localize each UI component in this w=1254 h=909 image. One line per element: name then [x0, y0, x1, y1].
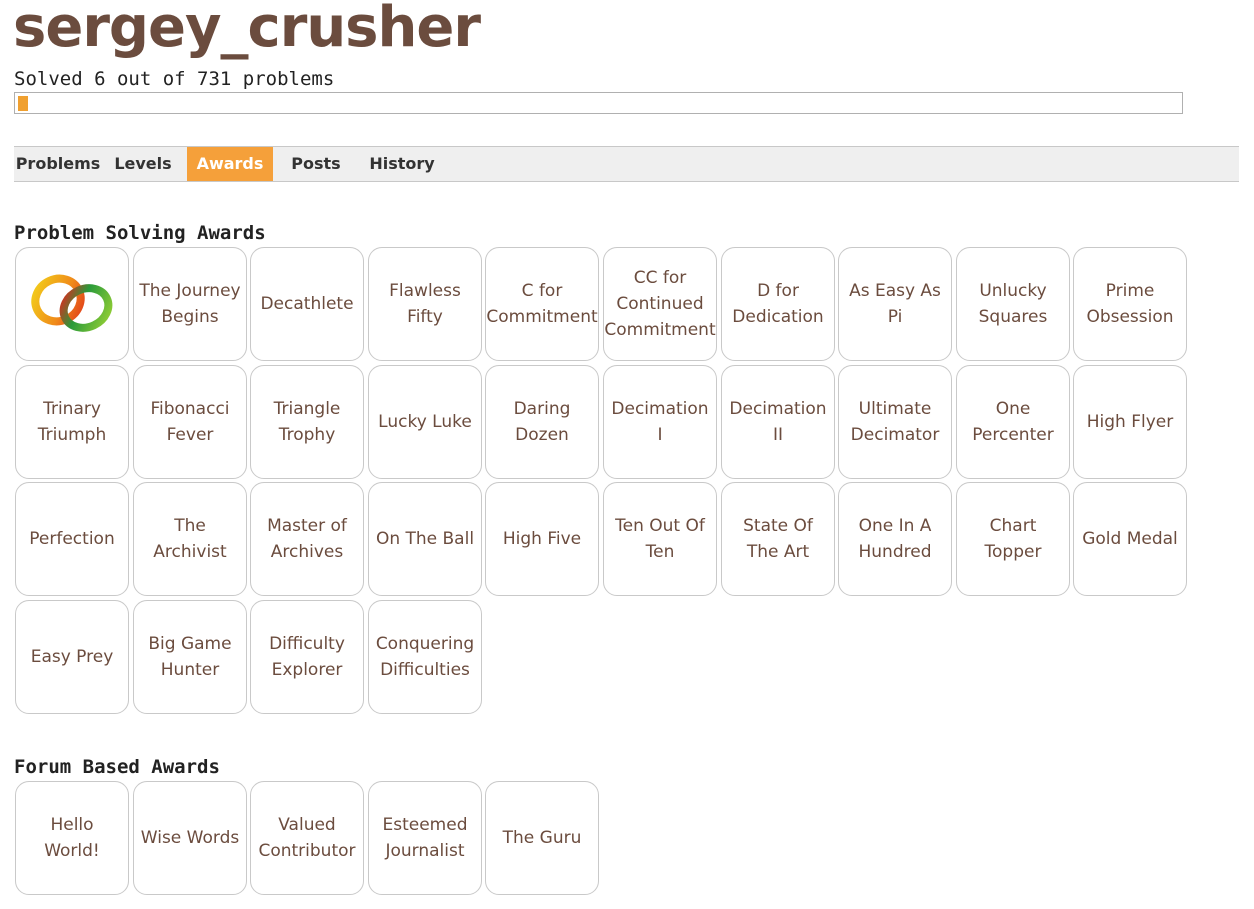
award-tile[interactable]: The Journey Begins: [133, 247, 247, 361]
award-tile[interactable]: Trinary Triumph: [15, 365, 129, 479]
award-tile[interactable]: Decimation I: [603, 365, 717, 479]
award-label: On The Ball: [375, 529, 475, 549]
award-tile[interactable]: CC for Continued Commitment: [603, 247, 717, 361]
award-tile[interactable]: One Percenter: [956, 365, 1070, 479]
tab-problems[interactable]: Problems: [14, 147, 102, 181]
award-tile[interactable]: Ten Out Of Ten: [603, 482, 717, 596]
award-tile[interactable]: Perfection: [15, 482, 129, 596]
award-label: Prime Obsession: [1086, 281, 1174, 327]
award-tile[interactable]: Gold Medal: [1073, 482, 1187, 596]
award-tile[interactable]: Esteemed Journalist: [368, 781, 482, 895]
award-label: Decimation II: [729, 399, 827, 445]
award-tile[interactable]: D for Dedication: [721, 247, 835, 361]
award-tile[interactable]: Conquering Difficulties: [368, 600, 482, 714]
award-tile[interactable]: The Guru: [485, 781, 599, 895]
award-label: As Easy As Pi: [849, 281, 941, 327]
award-label: State Of The Art: [743, 516, 813, 562]
award-tile[interactable]: Decathlete: [250, 247, 364, 361]
award-tile[interactable]: Fibonacci Fever: [133, 365, 247, 479]
tab-history[interactable]: History: [360, 147, 444, 181]
award-label: Gold Medal: [1082, 529, 1178, 549]
problem-solving-awards-heading: Problem Solving Awards: [14, 222, 266, 244]
award-label: D for Dedication: [732, 281, 824, 327]
tab-posts[interactable]: Posts: [284, 147, 348, 181]
award-tile[interactable]: Easy Prey: [15, 600, 129, 714]
award-label: Lucky Luke: [378, 412, 472, 432]
award-tile[interactable]: Flawless Fifty: [368, 247, 482, 361]
award-tile[interactable]: Unlucky Squares: [956, 247, 1070, 361]
nav-tabs: Problems Levels Awards Posts History: [14, 146, 1239, 182]
award-tile[interactable]: One In A Hundred: [838, 482, 952, 596]
award-label: Unlucky Squares: [978, 281, 1048, 327]
award-tile[interactable]: High Five: [485, 482, 599, 596]
award-label: Wise Words: [140, 828, 240, 848]
award-label: One Percenter: [972, 399, 1054, 445]
award-label: Valued Contributor: [258, 815, 356, 861]
award-tile[interactable]: Valued Contributor: [250, 781, 364, 895]
progress-fill: [18, 96, 28, 111]
award-tile[interactable]: Hello World!: [15, 781, 129, 895]
page-title: sergey_crusher: [13, 0, 481, 60]
award-tile[interactable]: Wise Words: [133, 781, 247, 895]
award-label: Big Game Hunter: [148, 634, 232, 680]
award-tile[interactable]: As Easy As Pi: [838, 247, 952, 361]
award-label: Daring Dozen: [513, 399, 571, 445]
award-tile[interactable]: High Flyer: [1073, 365, 1187, 479]
progress-bar: [14, 92, 1183, 114]
award-label: Triangle Trophy: [273, 399, 341, 445]
solved-count: Solved 6 out of 731 problems: [14, 68, 335, 90]
award-label: High Flyer: [1086, 412, 1174, 432]
tab-awards[interactable]: Awards: [187, 147, 273, 181]
award-label: Decimation I: [611, 399, 709, 445]
award-tile[interactable]: Ultimate Decimator: [838, 365, 952, 479]
award-label: Easy Prey: [30, 647, 114, 667]
award-label: The Guru: [502, 828, 582, 848]
award-label: Conquering Difficulties: [375, 634, 475, 680]
award-tile[interactable]: C for Commitment: [485, 247, 599, 361]
award-tile[interactable]: Prime Obsession: [1073, 247, 1187, 361]
award-label: Master of Archives: [267, 516, 347, 562]
award-label: Ten Out Of Ten: [615, 516, 705, 562]
award-tile[interactable]: Daring Dozen: [485, 365, 599, 479]
award-label: One In A Hundred: [858, 516, 932, 562]
award-label: Esteemed Journalist: [382, 815, 468, 861]
award-label: Ultimate Decimator: [850, 399, 940, 445]
award-tile[interactable]: State Of The Art: [721, 482, 835, 596]
award-label: Perfection: [29, 529, 115, 549]
linked-rings-icon: [31, 274, 113, 332]
award-tile[interactable]: Chart Topper: [956, 482, 1070, 596]
award-label: Difficulty Explorer: [269, 634, 345, 680]
award-tile[interactable]: On The Ball: [368, 482, 482, 596]
award-label: CC for Continued Commitment: [604, 268, 716, 340]
award-tile[interactable]: Big Game Hunter: [133, 600, 247, 714]
award-label: Decathlete: [260, 294, 354, 314]
award-label: Hello World!: [44, 815, 100, 861]
forum-awards-heading: Forum Based Awards: [14, 756, 220, 778]
tab-levels[interactable]: Levels: [110, 147, 176, 181]
award-label: Trinary Triumph: [37, 399, 107, 445]
award-label: The Archivist: [153, 516, 227, 562]
award-tile[interactable]: Lucky Luke: [368, 365, 482, 479]
award-tile-icon[interactable]: [15, 247, 129, 361]
award-label: Flawless Fifty: [389, 281, 461, 327]
award-label: Chart Topper: [984, 516, 1042, 562]
award-tile[interactable]: Triangle Trophy: [250, 365, 364, 479]
award-tile[interactable]: The Archivist: [133, 482, 247, 596]
award-tile[interactable]: Decimation II: [721, 365, 835, 479]
award-label: High Five: [502, 529, 582, 549]
award-label: The Journey Begins: [139, 281, 241, 327]
award-tile[interactable]: Master of Archives: [250, 482, 364, 596]
award-label: C for Commitment: [486, 281, 598, 327]
award-tile[interactable]: Difficulty Explorer: [250, 600, 364, 714]
award-label: Fibonacci Fever: [150, 399, 230, 445]
